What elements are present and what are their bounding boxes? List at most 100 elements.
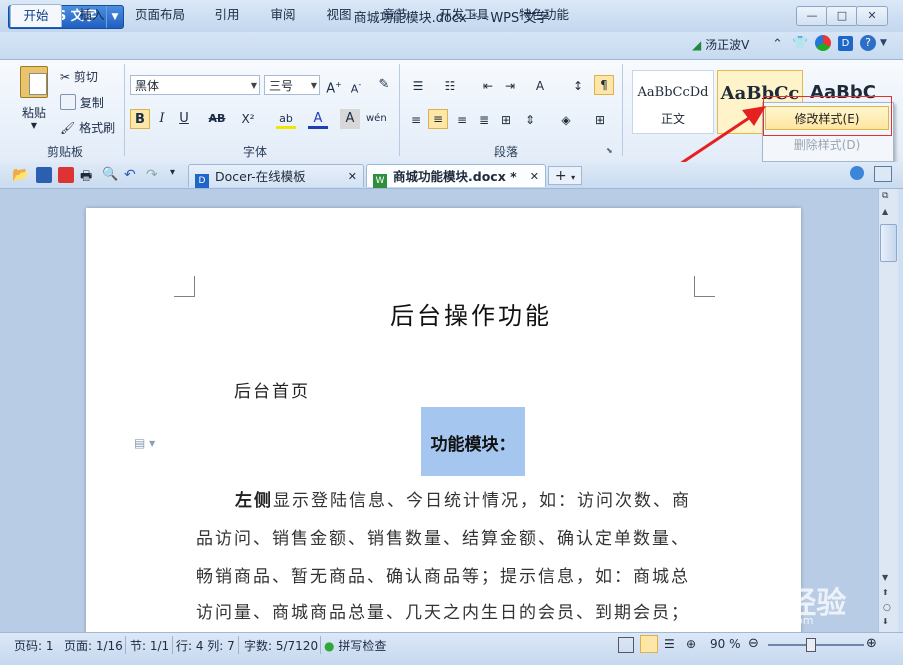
- view-page-icon[interactable]: [640, 635, 658, 653]
- cut-button[interactable]: ✂ 剪切: [60, 68, 98, 85]
- format-painter-button[interactable]: 🖌 格式刷: [60, 119, 115, 136]
- tab-home[interactable]: 开始: [10, 4, 62, 27]
- font-size-select[interactable]: 三号 ▼: [264, 75, 320, 95]
- status-word-count[interactable]: 字数: 5/7120: [244, 637, 318, 654]
- document-section-heading[interactable]: 功能模块：: [421, 430, 525, 455]
- close-icon[interactable]: ✕: [530, 165, 539, 188]
- close-button[interactable]: ✕: [856, 6, 888, 26]
- cloud-icon[interactable]: [850, 166, 864, 180]
- redo-icon[interactable]: ↷: [146, 167, 162, 183]
- document-subtitle[interactable]: 后台首页: [234, 377, 310, 402]
- font-color-icon[interactable]: A: [308, 109, 328, 129]
- shading-icon[interactable]: ◈: [556, 110, 576, 130]
- undo-icon[interactable]: ↶: [124, 167, 140, 183]
- print-icon[interactable]: 🖶: [80, 167, 96, 184]
- tab-insert[interactable]: 插入: [68, 4, 116, 26]
- view-full-screen-icon[interactable]: [618, 637, 634, 653]
- maximize-button[interactable]: □: [826, 6, 858, 26]
- document-paragraph-line[interactable]: 访问量、商城商品总量、几天之内生日的会员、到期会员；: [196, 598, 690, 623]
- chinese-layout-icon[interactable]: A: [530, 76, 550, 96]
- delete-style-menu-item[interactable]: 删除样式(D): [765, 134, 889, 156]
- view-web-icon[interactable]: ⊕: [686, 637, 696, 651]
- paste-button[interactable]: 粘贴 ▼: [14, 66, 54, 142]
- split-icon[interactable]: ⧉: [882, 191, 888, 201]
- scroll-up-icon[interactable]: ▲: [882, 207, 888, 216]
- print-preview-icon[interactable]: 🔍: [102, 167, 118, 183]
- doc-tab-docer[interactable]: D Docer-在线模板 ✕: [188, 164, 364, 188]
- highlight-icon[interactable]: ab: [276, 109, 296, 129]
- tab-view[interactable]: 视图: [316, 4, 362, 26]
- status-page-number[interactable]: 页码: 1: [14, 637, 54, 654]
- strikethrough-icon[interactable]: AB: [204, 109, 230, 129]
- align-left-icon[interactable]: ≡: [406, 110, 426, 130]
- chevron-down-icon[interactable]: ▼: [880, 38, 887, 48]
- status-spellcheck[interactable]: ● 拼写检查: [324, 637, 386, 654]
- underline-icon[interactable]: U: [174, 109, 194, 129]
- next-page-icon[interactable]: ⬇: [882, 617, 889, 626]
- char-shading-icon[interactable]: A: [340, 109, 360, 129]
- justify-icon[interactable]: ≣: [474, 110, 494, 130]
- export-pdf-icon[interactable]: [58, 167, 74, 183]
- scroll-thumb[interactable]: [880, 224, 897, 262]
- increase-indent-icon[interactable]: ⇥: [500, 76, 520, 96]
- decrease-indent-icon[interactable]: ⇤: [478, 76, 498, 96]
- tab-page-layout[interactable]: 页面布局: [126, 4, 194, 26]
- dialog-launcher-icon[interactable]: ⬊: [606, 146, 613, 155]
- document-paragraph-line[interactable]: 畅销商品、暂无商品、确认商品等；提示信息，如：商城总: [196, 562, 690, 587]
- status-page[interactable]: 页面: 1/16: [64, 637, 123, 654]
- customize-toolbar-icon[interactable]: ▾: [170, 167, 186, 183]
- tab-review[interactable]: 审阅: [260, 4, 306, 26]
- status-row-col[interactable]: 行: 4 列: 7: [176, 637, 235, 654]
- align-right-icon[interactable]: ≡: [452, 110, 472, 130]
- tab-chapter[interactable]: 章节: [372, 4, 418, 26]
- zoom-out-icon[interactable]: ⊖: [748, 636, 759, 651]
- document-heading[interactable]: 后台操作功能: [86, 296, 856, 331]
- copy-button[interactable]: 复制: [60, 94, 104, 111]
- numbered-list-icon[interactable]: ☷: [440, 76, 460, 96]
- font-size-value: 三号: [269, 79, 294, 93]
- shirt-icon[interactable]: 👕: [792, 36, 808, 51]
- font-family-select[interactable]: 黑体 ▼: [130, 75, 260, 95]
- prev-page-icon[interactable]: ⬆: [882, 588, 889, 597]
- clear-format-icon[interactable]: ✎: [374, 75, 394, 95]
- bold-icon[interactable]: B: [130, 109, 150, 129]
- caret-up-icon[interactable]: ⌃: [772, 37, 783, 52]
- document-paragraph-line[interactable]: 左侧显示登陆信息、今日统计情况，如：访问次数、商: [235, 486, 691, 511]
- docer-icon[interactable]: D: [838, 36, 853, 51]
- show-marks-icon[interactable]: ¶: [594, 75, 614, 95]
- scroll-down-icon[interactable]: ▼: [882, 573, 888, 582]
- open-folder-icon[interactable]: 📂: [12, 167, 29, 183]
- italic-icon[interactable]: I: [152, 109, 172, 129]
- superscript-icon[interactable]: X²: [238, 109, 258, 129]
- zoom-slider-track[interactable]: [768, 644, 864, 646]
- window-layout-icon[interactable]: [874, 166, 892, 182]
- zoom-slider-thumb[interactable]: [806, 638, 816, 652]
- new-tab-button[interactable]: + ▾: [548, 166, 582, 185]
- user-account[interactable]: ◢ 汤正波V: [692, 36, 749, 54]
- tab-references[interactable]: 引用: [204, 4, 250, 26]
- view-outline-icon[interactable]: ☰: [664, 637, 675, 651]
- sort-icon[interactable]: ↕: [568, 76, 588, 96]
- close-icon[interactable]: ✕: [348, 165, 357, 188]
- zoom-in-icon[interactable]: ⊕: [866, 636, 877, 651]
- save-icon[interactable]: [36, 167, 52, 183]
- status-section[interactable]: 节: 1/1: [130, 637, 169, 654]
- line-spacing-icon[interactable]: ⇕: [520, 110, 540, 130]
- browse-object-icon[interactable]: ○: [883, 603, 891, 613]
- minimize-button[interactable]: —: [796, 6, 828, 26]
- grow-font-icon[interactable]: A+: [324, 75, 344, 96]
- help-icon[interactable]: ?: [860, 35, 876, 51]
- document-paragraph-line[interactable]: 品访问、销售金额、销售数量、结算金额、确认定单数量、: [196, 524, 690, 549]
- phonetic-guide-icon[interactable]: wén: [366, 109, 387, 129]
- distributed-icon[interactable]: ⊞: [496, 110, 516, 130]
- shrink-font-icon[interactable]: A-: [346, 75, 366, 95]
- doc-tab-active[interactable]: W 商城功能模块.docx * ✕: [366, 164, 546, 188]
- tab-features[interactable]: 特色功能: [510, 4, 578, 26]
- align-center-icon[interactable]: ≡: [428, 109, 448, 129]
- tab-developer[interactable]: 开发工具: [428, 4, 500, 26]
- color-wheel-icon[interactable]: [815, 35, 831, 51]
- borders-icon[interactable]: ⊞: [590, 110, 610, 130]
- paragraph-handle-icon[interactable]: ▤ ▾: [134, 436, 155, 450]
- bullet-list-icon[interactable]: ☰: [408, 76, 428, 96]
- status-zoom[interactable]: 90 %: [710, 637, 741, 651]
